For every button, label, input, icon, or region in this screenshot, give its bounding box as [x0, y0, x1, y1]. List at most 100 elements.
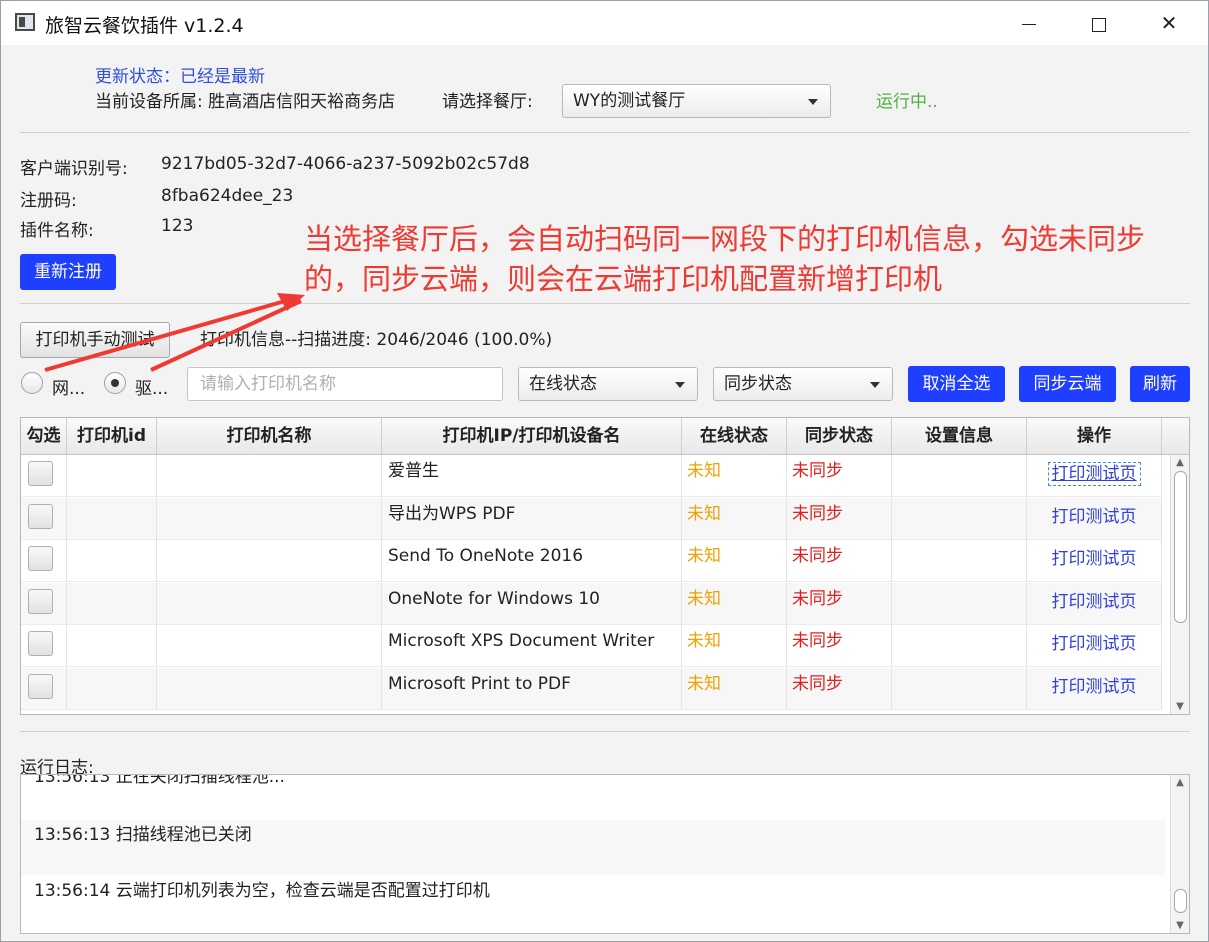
column-header-online[interactable]: 在线状态	[682, 418, 787, 454]
radio-network[interactable]	[21, 372, 43, 394]
divider	[20, 731, 1190, 732]
cell-settings	[892, 455, 1027, 497]
cell-printer-id	[67, 497, 157, 540]
print-test-page-link[interactable]: 打印测试页	[1052, 592, 1137, 612]
cell-ip-device: 爱普生	[382, 455, 682, 497]
cell-sync-status-text: 未同步	[792, 631, 843, 651]
cell-action: 打印测试页	[1027, 582, 1162, 625]
app-window: 旅智云餐饮插件 v1.2.4 ✕ 更新状态：已经是最新 当前设备所属: 胜高酒店…	[0, 0, 1209, 942]
cell-ip-device-text: 爱普生	[388, 461, 439, 481]
cell-sync-status-text: 未同步	[792, 461, 843, 481]
cell-sync-status-text: 未同步	[792, 546, 843, 566]
column-header-id[interactable]: 打印机id	[67, 418, 157, 454]
printer-search-input[interactable]	[187, 367, 503, 401]
cell-action: 打印测试页	[1027, 540, 1162, 582]
table-row[interactable]: 导出为WPS PDF 未知 未同步 打印测试页	[21, 497, 1162, 540]
table-row[interactable]: 爱普生 未知 未同步 打印测试页	[21, 455, 1162, 497]
table-row[interactable]: Send To OneNote 2016 未知 未同步 打印测试页	[21, 540, 1162, 582]
sync-cloud-button[interactable]: 同步云端	[1019, 366, 1116, 402]
reregister-button[interactable]: 重新注册	[20, 254, 116, 290]
cell-online-status-text: 未知	[687, 588, 721, 609]
cell-ip-device-text: OneNote for Windows 10	[388, 588, 600, 609]
cell-printer-name	[157, 667, 382, 710]
row-checkbox-cell	[21, 582, 67, 625]
scroll-down-icon[interactable]: ▼	[1171, 920, 1189, 931]
online-status-select[interactable]: 在线状态	[518, 367, 698, 401]
print-test-page-link[interactable]: 打印测试页	[1052, 507, 1137, 527]
title-bar[interactable]: 旅智云餐饮插件 v1.2.4 ✕	[1, 1, 1208, 45]
table-scrollbar[interactable]: ▲ ▼	[1170, 455, 1189, 714]
cell-ip-device: OneNote for Windows 10	[382, 582, 682, 625]
row-checkbox[interactable]	[28, 588, 53, 614]
app-icon	[15, 13, 35, 31]
minimize-button[interactable]	[994, 1, 1064, 45]
cell-sync-status-text: 未同步	[792, 503, 843, 524]
radio-driver-label: 驱...	[135, 379, 169, 399]
client-id-value: 9217bd05-32d7-4066-a237-5092b02c57d8	[161, 154, 530, 174]
sync-status-select-value: 同步状态	[724, 374, 792, 394]
restaurant-select[interactable]: WY的测试餐厅	[562, 84, 831, 118]
cell-online-status: 未知	[682, 497, 787, 540]
sync-status-select[interactable]: 同步状态	[713, 367, 893, 401]
online-status-select-value: 在线状态	[529, 374, 597, 394]
table-row[interactable]: OneNote for Windows 10 未知 未同步 打印测试页	[21, 582, 1162, 625]
scroll-up-icon[interactable]: ▲	[1171, 457, 1189, 468]
device-owner: 当前设备所属: 胜高酒店信阳天裕商务店	[95, 92, 396, 112]
row-checkbox-cell	[21, 540, 67, 582]
maximize-button[interactable]	[1064, 1, 1134, 45]
table-row[interactable]: Microsoft Print to PDF 未知 未同步 打印测试页	[21, 667, 1162, 710]
scroll-thumb[interactable]	[1174, 471, 1187, 623]
row-checkbox[interactable]	[28, 503, 53, 529]
cell-sync-status: 未同步	[787, 625, 892, 667]
log-scrollbar[interactable]: ▲ ▼	[1170, 775, 1189, 933]
column-header-name[interactable]: 打印机名称	[157, 418, 382, 454]
deselect-all-button[interactable]: 取消全选	[908, 366, 1005, 402]
cell-settings	[892, 625, 1027, 667]
scroll-thumb[interactable]	[1174, 889, 1187, 913]
column-header-check[interactable]: 勾选	[21, 418, 67, 454]
print-test-page-link[interactable]: 打印测试页	[1052, 677, 1137, 697]
table-row[interactable]: Microsoft XPS Document Writer 未知 未同步 打印测试页	[21, 625, 1162, 667]
chevron-down-icon	[808, 99, 818, 105]
cell-online-status: 未知	[682, 582, 787, 625]
cell-sync-status: 未同步	[787, 497, 892, 540]
cell-sync-status: 未同步	[787, 540, 892, 582]
column-header-sync[interactable]: 同步状态	[787, 418, 892, 454]
cell-printer-name	[157, 455, 382, 497]
column-header-ip-device[interactable]: 打印机IP/打印机设备名	[382, 418, 682, 454]
cell-online-status-text: 未知	[687, 631, 721, 651]
scroll-up-icon[interactable]: ▲	[1171, 777, 1189, 788]
column-header-action[interactable]: 操作	[1027, 418, 1162, 454]
print-test-page-link[interactable]: 打印测试页	[1047, 462, 1141, 486]
refresh-button[interactable]: 刷新	[1130, 366, 1190, 402]
radio-driver[interactable]	[104, 372, 126, 394]
cell-action: 打印测试页	[1027, 625, 1162, 667]
column-header-settings[interactable]: 设置信息	[892, 418, 1027, 454]
cell-online-status-text: 未知	[687, 673, 721, 694]
chevron-down-icon	[870, 382, 880, 388]
cell-online-status-text: 未知	[687, 461, 721, 481]
cell-settings	[892, 497, 1027, 540]
print-test-page-link[interactable]: 打印测试页	[1052, 634, 1137, 654]
log-line: 13:56:13 正在关闭扫描线程池...	[34, 774, 285, 787]
row-checkbox[interactable]	[28, 631, 53, 656]
row-checkbox[interactable]	[28, 546, 53, 571]
cell-ip-device-text: Send To OneNote 2016	[388, 546, 584, 566]
update-status: 更新状态：已经是最新	[95, 67, 265, 87]
cell-settings	[892, 540, 1027, 582]
print-test-page-link[interactable]: 打印测试页	[1052, 549, 1137, 569]
close-icon: ✕	[1160, 11, 1178, 35]
row-checkbox-cell	[21, 625, 67, 667]
manual-test-button[interactable]: 打印机手动测试	[20, 322, 170, 358]
minimize-icon	[1022, 24, 1036, 25]
window-title: 旅智云餐饮插件 v1.2.4	[45, 15, 244, 37]
row-checkbox[interactable]	[28, 461, 53, 486]
close-button[interactable]: ✕	[1134, 1, 1204, 45]
maximize-icon	[1092, 17, 1106, 32]
log-panel[interactable]: 13:56:13 正在关闭扫描线程池... 13:56:13 扫描线程池已关闭 …	[20, 774, 1190, 934]
cell-settings	[892, 582, 1027, 625]
cell-printer-id	[67, 540, 157, 582]
scroll-down-icon[interactable]: ▼	[1171, 701, 1189, 712]
log-line: 13:56:14 云端打印机列表为空，检查云端是否配置过打印机	[34, 881, 490, 901]
row-checkbox[interactable]	[28, 673, 53, 699]
